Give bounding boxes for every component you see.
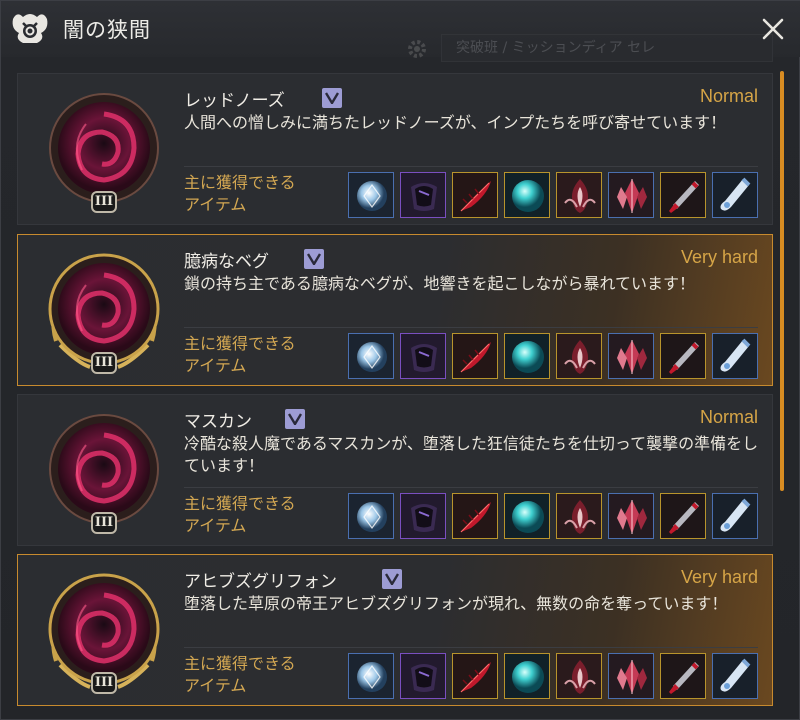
dark-armor-icon[interactable]	[400, 653, 446, 699]
item-reward-list	[348, 172, 758, 218]
chevron-down-icon[interactable]	[382, 569, 402, 589]
chevron-down-icon[interactable]	[304, 249, 324, 269]
boss-card[interactable]: III レッドノーズ Normal 人間への憎しみに満ちたレッドノーズが、インプたちを…	[17, 73, 773, 225]
potion-vial-icon[interactable]	[712, 172, 758, 218]
red-feather-icon[interactable]	[452, 493, 498, 539]
red-crystal-icon[interactable]	[608, 493, 654, 539]
red-feather-icon[interactable]	[452, 333, 498, 379]
difficulty-label: Very hard	[680, 247, 758, 267]
tier-label: III	[94, 355, 114, 370]
crystal-orb-icon[interactable]	[348, 172, 394, 218]
dark-armor-icon[interactable]	[400, 493, 446, 539]
potion-vial-icon[interactable]	[712, 653, 758, 699]
red-dagger-icon[interactable]	[660, 653, 706, 699]
title-bar: 闇の狭間 突破班 / ミッションディア セレ	[1, 1, 800, 62]
close-button[interactable]	[757, 13, 789, 45]
potion-vial-icon[interactable]	[712, 493, 758, 539]
gear-icon	[408, 40, 426, 58]
chevron-down-icon[interactable]	[322, 88, 342, 108]
tier-label: III	[94, 194, 114, 209]
red-crystal-icon[interactable]	[608, 333, 654, 379]
demon-emblem-icon	[12, 14, 48, 43]
dark-armor-icon[interactable]	[400, 333, 446, 379]
crystal-orb-icon[interactable]	[348, 493, 394, 539]
divider	[184, 166, 758, 167]
obtainable-items-label: 主に獲得できる アイテム	[184, 494, 296, 535]
divider	[184, 487, 758, 488]
divider	[184, 327, 758, 328]
boss-description: 鎖の持ち主である臆病なベグが、地響きを起こしながら暴れています！	[184, 274, 696, 293]
red-feather-icon[interactable]	[452, 172, 498, 218]
boss-description: 人間への憎しみに満ちたレッドノーズが、インプたちを呼び寄せています！	[184, 113, 727, 132]
red-flame-icon[interactable]	[556, 172, 602, 218]
crystal-orb-icon[interactable]	[348, 653, 394, 699]
red-feather-icon[interactable]	[452, 653, 498, 699]
tier-label: III	[94, 675, 114, 690]
teal-orb-icon[interactable]	[504, 493, 550, 539]
tier-label: III	[94, 515, 114, 530]
red-flame-icon[interactable]	[556, 493, 602, 539]
red-crystal-icon[interactable]	[608, 653, 654, 699]
dungeon-window: 闇の狭間 突破班 / ミッションディア セレ III レッドノーズ Normal 人間…	[0, 0, 800, 720]
red-dagger-icon[interactable]	[660, 172, 706, 218]
boss-card[interactable]: III マスカン Normal 冷酷な殺人魔であるマスカンが、堕落した狂信徒たちを仕切…	[17, 394, 773, 546]
item-reward-list	[348, 653, 758, 699]
obtainable-items-label: 主に獲得できる アイテム	[184, 173, 296, 214]
divider	[184, 647, 758, 648]
boss-description: 堕落した草原の帝王アヒブズグリフォンが現れ、無数の命を奪っています！	[184, 594, 728, 613]
teal-orb-icon[interactable]	[504, 172, 550, 218]
red-dagger-icon[interactable]	[660, 493, 706, 539]
obtainable-items-label: 主に獲得できる アイテム	[184, 334, 296, 375]
boss-card[interactable]: III アヒブズグリフォン Very hard 堕落した草原の帝王アヒブズグリフォンが…	[17, 554, 773, 706]
item-reward-list	[348, 333, 758, 379]
background-search-field: 突破班 / ミッションディア セレ	[441, 34, 773, 62]
red-crystal-icon[interactable]	[608, 172, 654, 218]
item-reward-list	[348, 493, 758, 539]
teal-orb-icon[interactable]	[504, 333, 550, 379]
obtainable-items-label: 主に獲得できる アイテム	[184, 654, 296, 695]
red-flame-icon[interactable]	[556, 333, 602, 379]
chevron-down-icon[interactable]	[285, 409, 305, 429]
crystal-orb-icon[interactable]	[348, 333, 394, 379]
boss-name: 臆病なベグ	[184, 252, 269, 272]
difficulty-label: Normal	[699, 86, 758, 106]
teal-orb-icon[interactable]	[504, 653, 550, 699]
scrollbar-thumb[interactable]	[780, 71, 784, 491]
boss-name: アヒブズグリフォン	[184, 572, 337, 592]
boss-name: レッドノーズ	[184, 91, 285, 111]
potion-vial-icon[interactable]	[712, 333, 758, 379]
boss-card[interactable]: III 臆病なベグ Very hard 鎖の持ち主である臆病なベグが、地響きを起こしな…	[17, 234, 773, 386]
red-flame-icon[interactable]	[556, 653, 602, 699]
difficulty-label: Normal	[699, 407, 758, 427]
window-title: 闇の狭間	[63, 18, 151, 42]
red-dagger-icon[interactable]	[660, 333, 706, 379]
boss-description: 冷酷な殺人魔であるマスカンが、堕落した狂信徒たちを仕切って襲撃の準備をしています…	[184, 434, 759, 475]
boss-name: マスカン	[184, 412, 252, 432]
difficulty-label: Very hard	[680, 567, 758, 587]
dark-armor-icon[interactable]	[400, 172, 446, 218]
